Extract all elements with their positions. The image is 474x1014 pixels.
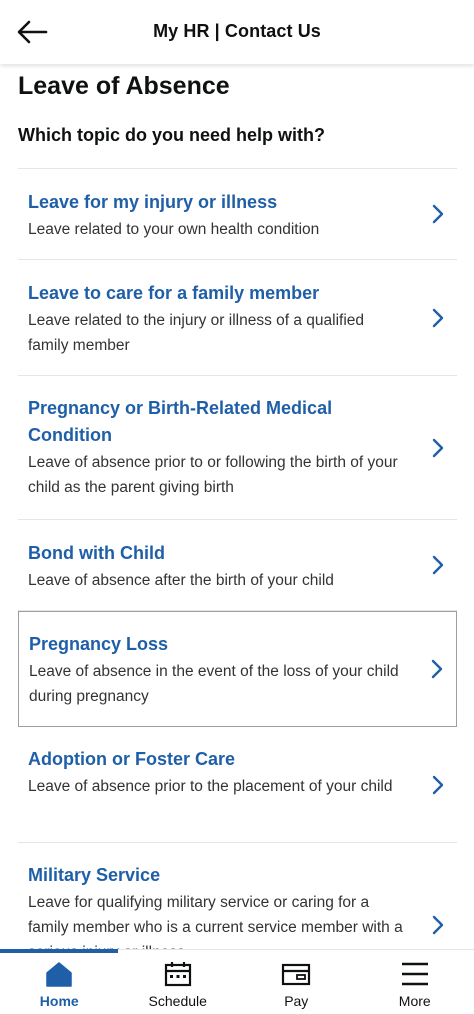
menu-icon [401, 962, 428, 986]
topic-description: Leave for qualifying military service or… [28, 894, 403, 949]
topic-description: Leave of absence prior to or following t… [28, 454, 398, 496]
nav-more[interactable]: More [356, 950, 474, 1014]
topic-title: Leave to care for a family member [28, 283, 320, 303]
chevron-right-icon [432, 915, 444, 935]
nav-pay[interactable]: Pay [237, 950, 356, 1014]
topic-title: Leave for my injury or illness [28, 192, 278, 212]
nav-label: More [398, 993, 431, 1009]
chevron-right-icon [431, 659, 443, 679]
topic-description: Leave of absence after the birth of your… [28, 572, 334, 589]
topic-title: Military Service [28, 865, 161, 885]
chevron-right-icon [432, 204, 444, 224]
wallet-icon [282, 963, 311, 986]
topic-question: Which topic do you need help with? [18, 125, 325, 145]
topic-item-injury-illness[interactable]: Leave for my injury or illness Leave rel… [18, 169, 457, 260]
nav-home[interactable]: Home [0, 950, 119, 1014]
topic-item-military-service[interactable]: Military Service Leave for qualifying mi… [18, 843, 457, 949]
topic-item-bond-with-child[interactable]: Bond with Child Leave of absence after t… [18, 520, 457, 611]
app-screen: My HR | Contact Us Leave of Absence Whic… [0, 0, 474, 1014]
topic-item-pregnancy-birth[interactable]: Pregnancy or Birth-Related Medical Condi… [18, 376, 457, 520]
nav-label: Schedule [148, 993, 207, 1009]
top-app-bar: My HR | Contact Us [0, 0, 474, 64]
nav-schedule[interactable]: Schedule [119, 950, 238, 1014]
topic-item-adoption-foster[interactable]: Adoption or Foster Care Leave of absence… [18, 727, 457, 843]
header-title: My HR | Contact Us [153, 21, 321, 41]
topic-title: Pregnancy or Birth-Related Medical Condi… [28, 398, 333, 445]
page-title: Leave of Absence [18, 72, 230, 100]
topic-list: Leave for my injury or illness Leave rel… [18, 168, 457, 949]
calendar-icon [164, 962, 191, 987]
topic-item-pregnancy-loss[interactable]: Pregnancy Loss Leave of absence in the e… [18, 611, 457, 727]
scroll-progress-indicator [0, 949, 118, 953]
bottom-navigation: Home Schedule Pay More [0, 949, 474, 1014]
nav-label: Pay [284, 993, 309, 1009]
topic-item-family-member[interactable]: Leave to care for a family member Leave … [18, 260, 457, 376]
topic-title: Bond with Child [28, 543, 165, 563]
chevron-right-icon [432, 555, 444, 575]
topic-title: Adoption or Foster Care [28, 749, 236, 769]
chevron-right-icon [432, 438, 444, 457]
nav-label: Home [39, 993, 79, 1009]
topic-description: Leave related to the injury or illness o… [28, 312, 365, 354]
chevron-right-icon [432, 775, 444, 794]
scroll-content[interactable]: Leave of Absence Which topic do you need… [0, 64, 474, 949]
topic-description: Leave of absence in the event of the los… [29, 663, 399, 705]
chevron-right-icon [432, 308, 444, 327]
topic-description: Leave of absence prior to the placement … [28, 778, 393, 795]
topic-title: Pregnancy Loss [29, 634, 169, 654]
topic-description: Leave related to your own health conditi… [28, 221, 320, 238]
home-icon [46, 962, 72, 987]
